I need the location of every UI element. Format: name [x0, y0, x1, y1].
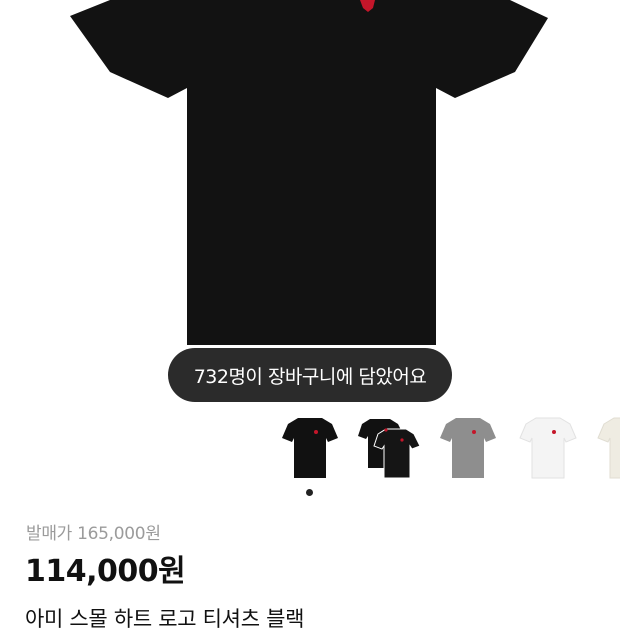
thumbnail-black[interactable]	[276, 412, 344, 484]
tshirt-image	[70, 0, 548, 345]
product-title: 아미 스몰 하트 로고 티셔츠 블랙	[25, 607, 305, 631]
thumbnail-grey[interactable]	[434, 412, 502, 484]
thumbnail-black-2pack[interactable]	[356, 412, 424, 484]
cart-notice-text: 732명이 장바구니에 담았어요	[193, 365, 427, 388]
original-price: 발매가 165,000원	[26, 524, 161, 544]
cart-count-badge: 732명이 장바구니에 담았어요	[168, 348, 452, 402]
sale-price: 114,000원	[25, 554, 186, 589]
color-thumbnail-strip	[0, 412, 620, 492]
carousel-indicator-dot	[306, 489, 313, 496]
product-hero-image[interactable]	[0, 0, 620, 400]
thumbnail-ivory[interactable]	[592, 412, 620, 484]
tshirt-body	[70, 0, 548, 345]
thumbnail-white[interactable]	[514, 412, 582, 484]
